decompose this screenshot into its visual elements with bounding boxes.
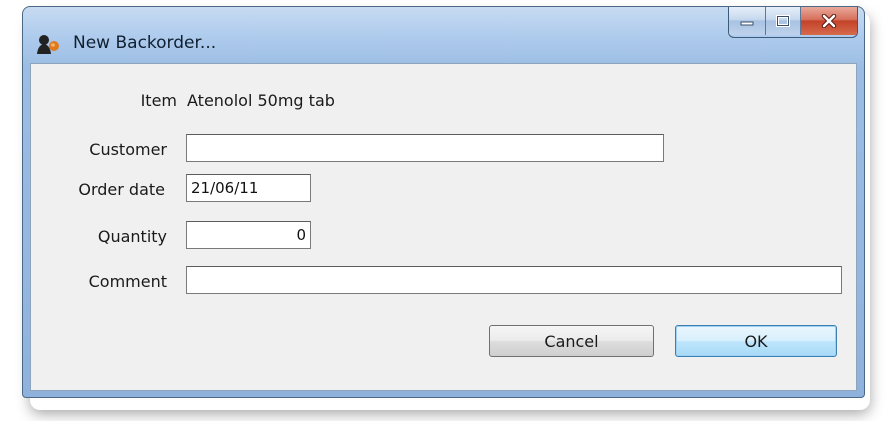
window-title: New Backorder... bbox=[73, 33, 217, 53]
close-button[interactable] bbox=[800, 7, 857, 35]
item-value: Atenolol 50mg tab bbox=[187, 91, 335, 110]
minimize-icon bbox=[740, 21, 754, 26]
maximize-button[interactable] bbox=[765, 7, 800, 35]
caption-buttons bbox=[728, 7, 858, 38]
dialog-window: New Backorder... Item Atenolol 50mg tab … bbox=[22, 6, 865, 398]
customer-input[interactable] bbox=[186, 134, 664, 162]
app-icon bbox=[35, 33, 61, 55]
order-date-label: Order date bbox=[78, 180, 165, 199]
comment-label: Comment bbox=[88, 272, 167, 291]
quantity-label: Quantity bbox=[97, 227, 167, 246]
item-label: Item bbox=[140, 91, 177, 110]
title-bar[interactable]: New Backorder... bbox=[23, 7, 864, 63]
customer-label: Customer bbox=[89, 140, 167, 159]
order-date-input[interactable]: 21/06/11 bbox=[186, 174, 311, 202]
comment-input[interactable] bbox=[186, 266, 842, 294]
cancel-button[interactable]: Cancel bbox=[489, 325, 654, 357]
ok-button[interactable]: OK bbox=[675, 325, 837, 357]
dialog-body: Item Atenolol 50mg tab Customer Order da… bbox=[30, 63, 857, 391]
minimize-button[interactable] bbox=[729, 7, 765, 35]
maximize-icon bbox=[776, 15, 790, 27]
close-icon bbox=[821, 14, 837, 28]
quantity-input[interactable]: 0 bbox=[186, 221, 311, 249]
